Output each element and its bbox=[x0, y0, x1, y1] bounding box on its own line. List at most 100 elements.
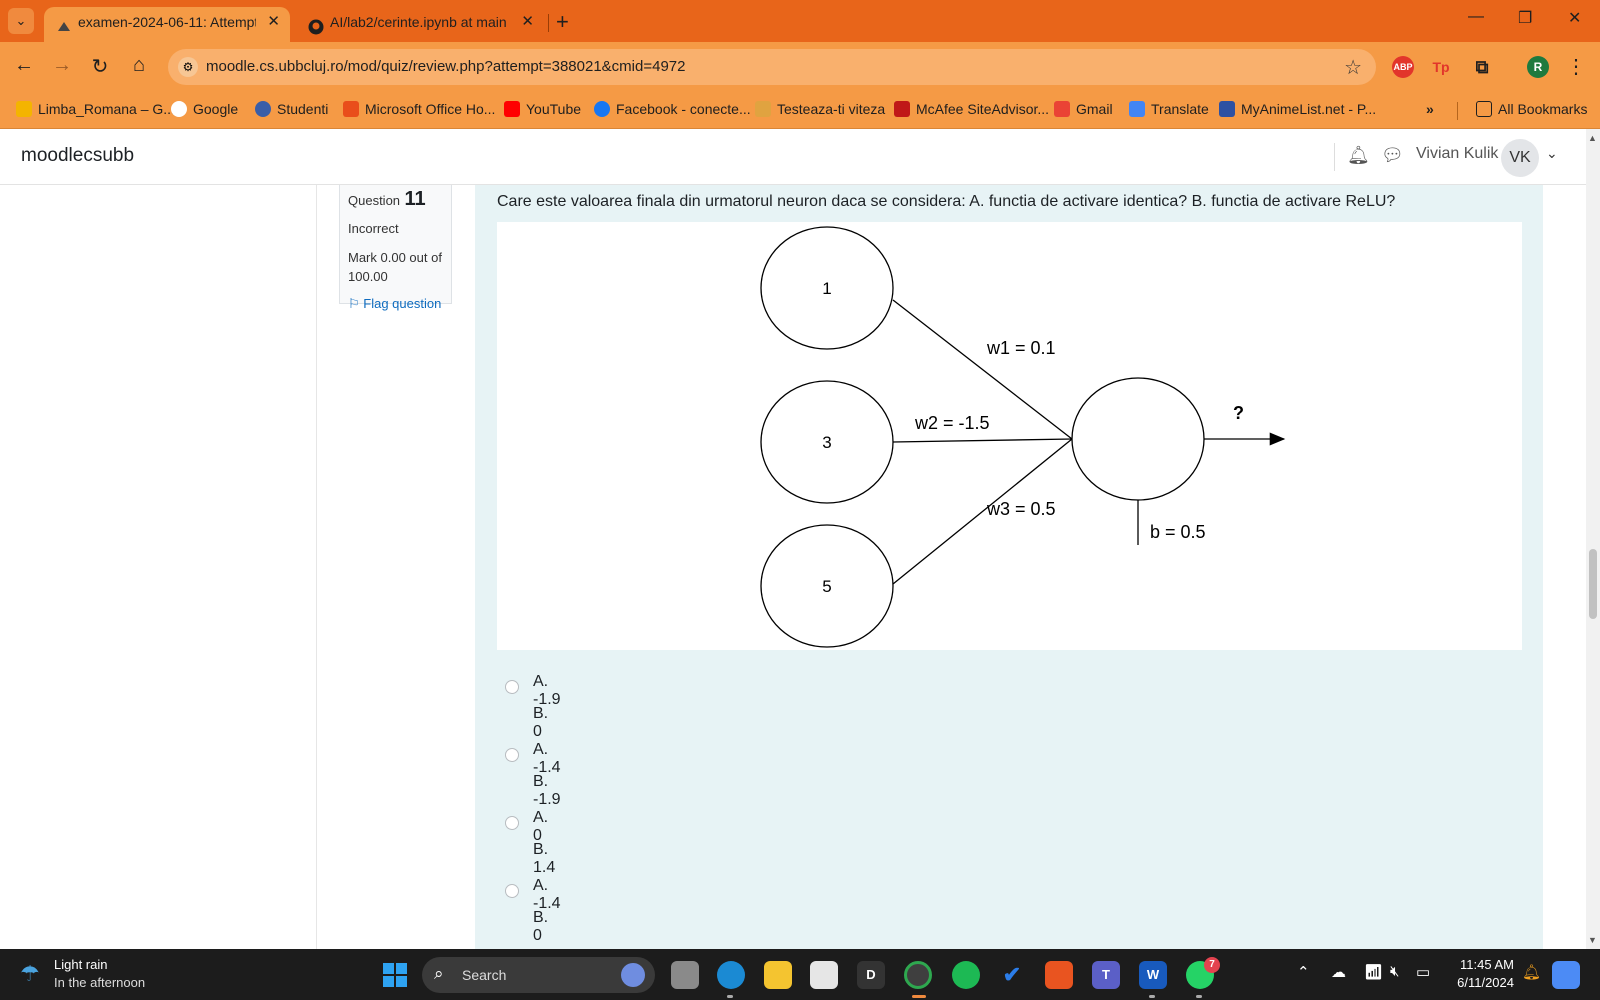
extensions-puzzle-icon[interactable]: ⧉ bbox=[1471, 56, 1493, 78]
chevron-down-icon[interactable]: ⌄ bbox=[1546, 145, 1558, 162]
neuron-node bbox=[1071, 377, 1205, 501]
teams-icon[interactable]: T bbox=[1092, 961, 1120, 989]
neuron-diagram-svg: 1 3 5 w1 = 0.1 w2 = -1.5 w3 = 0.5 b = 0.… bbox=[760, 226, 1286, 648]
question-info-panel: Question 11 Incorrect Mark 0.00 out of 1… bbox=[339, 185, 452, 311]
notification-bell-icon[interactable]: 🔔︎ bbox=[1522, 963, 1541, 981]
new-tab-icon[interactable]: + bbox=[556, 9, 569, 35]
adblock-extension-icon[interactable]: ABP bbox=[1392, 56, 1414, 78]
office-icon bbox=[343, 101, 359, 117]
bookmark-item[interactable]: MyAnimeList.net - P... bbox=[1219, 101, 1376, 117]
word-icon[interactable]: W bbox=[1139, 961, 1167, 989]
answer-part-a[interactable]: A. -1.4 bbox=[533, 877, 561, 913]
speedtest-icon bbox=[755, 101, 771, 117]
answer-radio[interactable] bbox=[505, 884, 519, 898]
weather-title[interactable]: Light rain bbox=[54, 957, 107, 972]
more-bookmarks-icon[interactable]: » bbox=[1426, 101, 1434, 117]
notifications-bell-icon[interactable]: 🔔︎ bbox=[1347, 145, 1370, 166]
site-brand[interactable]: moodlecsubb bbox=[21, 145, 134, 167]
clock-time[interactable]: 11:45 AM bbox=[1444, 957, 1514, 972]
close-tab-icon[interactable]: ✕ bbox=[267, 7, 280, 37]
close-window-icon[interactable]: ✕ bbox=[1568, 8, 1581, 28]
page-scrollbar[interactable]: ▲ ▼ bbox=[1586, 129, 1600, 949]
bookmark-item[interactable]: Testeaza-ti viteza bbox=[755, 101, 885, 117]
answer-part-b[interactable]: B. 1.4 bbox=[533, 841, 555, 877]
bookmark-item[interactable]: Facebook - conecte... bbox=[594, 101, 751, 117]
scrollbar-thumb[interactable] bbox=[1589, 549, 1597, 619]
ubuntu-icon[interactable] bbox=[1045, 961, 1073, 989]
bookmark-item[interactable]: Google bbox=[171, 101, 238, 117]
answer-part-b[interactable]: B. 0 bbox=[533, 705, 548, 741]
user-name[interactable]: Vivian Kulik bbox=[1416, 145, 1498, 163]
bookmark-star-icon[interactable]: ☆ bbox=[1344, 55, 1362, 80]
scroll-up-icon[interactable]: ▲ bbox=[1588, 133, 1597, 143]
answer-part-a[interactable]: A. 0 bbox=[533, 809, 548, 845]
answer-part-b[interactable]: B. -1.9 bbox=[533, 773, 561, 809]
task-view-icon[interactable] bbox=[671, 961, 699, 989]
bookmark-item[interactable]: Gmail bbox=[1054, 101, 1113, 117]
minimize-icon[interactable]: — bbox=[1468, 8, 1484, 26]
windows-taskbar: ☂ Light rain In the afternoon ⌕ Search D… bbox=[0, 949, 1600, 1000]
forward-icon[interactable]: → bbox=[50, 54, 74, 77]
bookmark-item[interactable]: Studenti bbox=[255, 101, 328, 117]
url-text[interactable]: moodle.cs.ubbcluj.ro/mod/quiz/review.php… bbox=[206, 58, 685, 75]
drive-icon bbox=[16, 101, 32, 117]
site-info-icon[interactable]: ⚙ bbox=[178, 57, 198, 77]
tab-title: examen-2024-06-11: Attempt r bbox=[78, 14, 256, 30]
weather-subtitle[interactable]: In the afternoon bbox=[54, 975, 145, 990]
onedrive-icon[interactable]: ☁ bbox=[1331, 963, 1346, 981]
tab-github[interactable]: AI/lab2/cerinte.ipynb at main · \ ✕ bbox=[296, 7, 544, 42]
spotify-icon[interactable] bbox=[952, 961, 980, 989]
drawer-divider bbox=[316, 185, 317, 949]
bookmark-item[interactable]: Microsoft Office Ho... bbox=[343, 101, 495, 117]
flag-question-link[interactable]: ⚐ Flag question bbox=[348, 296, 443, 312]
windows-start-icon[interactable] bbox=[383, 963, 407, 987]
close-tab-icon[interactable]: ✕ bbox=[521, 7, 534, 37]
running-indicator bbox=[1196, 995, 1202, 998]
question-mark: Mark 0.00 out of 100.00 bbox=[348, 250, 442, 284]
running-indicator bbox=[1149, 995, 1155, 998]
wifi-icon[interactable]: 📶︎ bbox=[1364, 963, 1383, 981]
todo-icon[interactable]: ✔ bbox=[998, 961, 1026, 989]
all-bookmarks-button[interactable]: All Bookmarks bbox=[1476, 101, 1587, 117]
restore-icon[interactable]: ❐ bbox=[1518, 8, 1532, 28]
bookmark-item[interactable]: McAfee SiteAdvisor... bbox=[894, 101, 1049, 117]
answer-part-a[interactable]: A. -1.4 bbox=[533, 741, 561, 777]
file-explorer-icon[interactable] bbox=[764, 961, 792, 989]
edge-icon[interactable] bbox=[717, 961, 745, 989]
answer-radio[interactable] bbox=[505, 680, 519, 694]
nav-divider bbox=[1334, 143, 1335, 171]
clock-date[interactable]: 6/11/2024 bbox=[1444, 975, 1514, 990]
bookmark-item[interactable]: Limba_Romana – G... bbox=[16, 101, 175, 117]
battery-icon[interactable]: ▭ bbox=[1416, 963, 1430, 981]
answer-part-a[interactable]: A. -1.9 bbox=[533, 673, 561, 709]
tab-search-button[interactable]: ⌄ bbox=[8, 8, 34, 34]
google-icon bbox=[171, 101, 187, 117]
scroll-down-icon[interactable]: ▼ bbox=[1588, 935, 1597, 945]
chrome-icon[interactable] bbox=[904, 961, 932, 989]
chevron-up-icon[interactable]: ⌃ bbox=[1297, 963, 1310, 981]
answer-radio[interactable] bbox=[505, 748, 519, 762]
copilot-icon[interactable] bbox=[1552, 961, 1580, 989]
notification-badge: 7 bbox=[1204, 957, 1220, 973]
answer-radio[interactable] bbox=[505, 816, 519, 830]
tp-extension-icon[interactable]: Tp bbox=[1430, 56, 1452, 78]
dolby-icon[interactable]: D bbox=[857, 961, 885, 989]
bookmark-item[interactable]: YouTube bbox=[504, 101, 581, 117]
back-icon[interactable]: ← bbox=[12, 54, 36, 77]
browser-menu-icon[interactable]: ⋮ bbox=[1564, 54, 1588, 79]
messages-chat-icon[interactable]: 💬︎ bbox=[1381, 145, 1404, 166]
tab-examen[interactable]: examen-2024-06-11: Attempt r ✕ bbox=[44, 7, 290, 42]
bookmark-item[interactable]: Translate bbox=[1129, 101, 1209, 117]
answer-part-b[interactable]: B. 0 bbox=[533, 909, 548, 945]
store-icon[interactable] bbox=[810, 961, 838, 989]
profile-avatar[interactable]: R bbox=[1527, 56, 1549, 78]
avatar[interactable]: VK bbox=[1501, 139, 1539, 177]
home-icon[interactable]: ⌂ bbox=[127, 54, 151, 77]
address-bar[interactable]: ⚙ moodle.cs.ubbcluj.ro/mod/quiz/review.p… bbox=[168, 49, 1376, 85]
volume-muted-icon[interactable]: 🔇︎ bbox=[1390, 963, 1399, 980]
taskbar-search[interactable]: ⌕ Search bbox=[422, 957, 655, 993]
umbrella-icon[interactable]: ☂ bbox=[20, 961, 40, 987]
bookmarks-bar: Limba_Romana – G... Google Studenti Micr… bbox=[0, 92, 1600, 129]
question-number: Question 11 bbox=[348, 188, 426, 210]
reload-icon[interactable]: ↻ bbox=[88, 54, 112, 79]
